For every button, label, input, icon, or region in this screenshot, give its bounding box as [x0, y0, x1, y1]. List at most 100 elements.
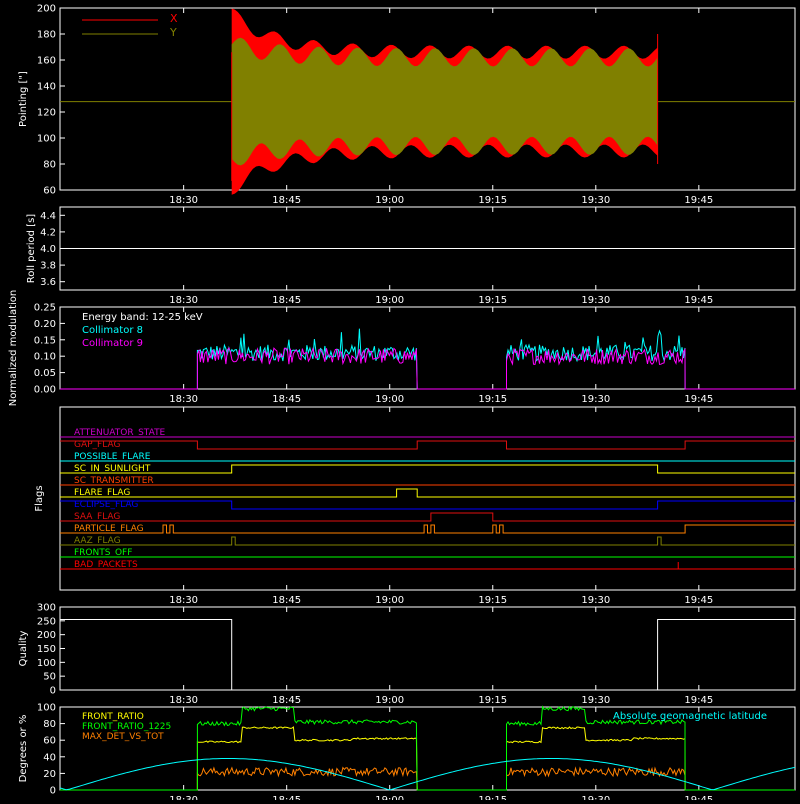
- y-tick-label: 80: [43, 719, 56, 730]
- y-tick-label: 140: [37, 82, 56, 93]
- x-tick-label: 18:45: [272, 295, 301, 306]
- legend-label-collimator-9: Collimator 9: [82, 338, 143, 349]
- x-tick-label: 19:00: [375, 295, 404, 306]
- x-tick-label: 19:45: [684, 695, 713, 706]
- x-tick-label: 19:15: [478, 695, 507, 706]
- x-tick-label: 18:30: [169, 295, 198, 306]
- y-axis-label: Roll period [s]: [26, 214, 37, 283]
- y-tick-label: 120: [37, 108, 56, 119]
- x-tick-label: 18:45: [272, 394, 301, 405]
- y-tick-label: 250: [37, 616, 56, 627]
- y-tick-label: 100: [37, 703, 56, 714]
- y-tick-label: 0: [50, 786, 56, 797]
- x-tick-label: 19:45: [684, 394, 713, 405]
- flag-label-fronts_off: FRONTS_OFF: [74, 548, 132, 558]
- flag-line-eclipse_flag: [60, 500, 795, 510]
- flag-label-gap_flag: GAP_FLAG: [74, 440, 120, 450]
- x-tick-label: 18:45: [272, 695, 301, 706]
- flag-label-aaz_flag: AAZ_FLAG: [74, 536, 121, 546]
- x-tick-label: 18:30: [169, 195, 198, 206]
- flag-line-saa_flag: [60, 512, 795, 522]
- x-tick-label: 19:45: [684, 195, 713, 206]
- y-axis-label: Flags: [34, 485, 45, 511]
- summary-plot-svg: 18:30 18:45 19:00 19:15 19:30 19:45 60 80 100 120…: [8, 4, 796, 804]
- y-tick-label: 50: [43, 672, 56, 683]
- x-tick-label: 19:45: [684, 795, 713, 800]
- series-collimator-9: [60, 347, 795, 390]
- panel-frame: [59, 406, 796, 591]
- y-tick-label: 100: [37, 658, 56, 669]
- legend-label-y: Y: [169, 26, 177, 39]
- flag-label-bad_packets: BAD_PACKETS: [74, 560, 138, 570]
- y-axis-label: Quality: [18, 631, 29, 667]
- x-tick-label: 19:15: [478, 795, 507, 800]
- y-tick-label: 4.4: [40, 211, 56, 222]
- flag-label-particle_flag: PARTICLE_FLAG: [74, 524, 144, 534]
- legend-label-front-ratio: FRONT_RATIO: [82, 712, 144, 722]
- y-tick-label: 0.10: [34, 352, 56, 363]
- x-tick-label: 18:45: [272, 795, 301, 800]
- y-tick-label: 60: [43, 186, 56, 197]
- x-tick-label: 19:15: [478, 595, 507, 606]
- y-axis-label: Pointing ["]: [18, 71, 29, 127]
- legend-label-x: X: [170, 12, 178, 25]
- y-tick-label: 3.8: [40, 261, 56, 272]
- y-tick-label: 0.15: [34, 335, 56, 346]
- x-tick-label: 19:30: [581, 195, 610, 206]
- x-tick-label: 19:15: [478, 195, 507, 206]
- summary-plot: 18:30 18:45 19:00 19:15 19:30 19:45 60 80 100 120…: [0, 0, 800, 804]
- x-tick-label: 19:30: [581, 595, 610, 606]
- x-tick-label: 19:15: [478, 295, 507, 306]
- x-tick-label: 19:00: [375, 695, 404, 706]
- y-axis-label: Degrees or %: [18, 715, 29, 783]
- x-tick-label: 18:30: [169, 695, 198, 706]
- x-tick-label: 19:45: [684, 295, 713, 306]
- y-tick-label: 4.0: [40, 244, 56, 255]
- y-tick-label: 4.2: [40, 227, 56, 238]
- y-tick-label: 100: [37, 134, 56, 145]
- x-tick-label: 18:30: [169, 595, 198, 606]
- x-tick-label: 18:30: [169, 394, 198, 405]
- x-tick-label: 19:30: [581, 394, 610, 405]
- flag-label-sc_transmitter: SC_TRANSMITTER: [74, 476, 154, 486]
- y-tick-label: 0.00: [34, 385, 56, 396]
- panel-flags: 18:30 18:45 19:00 19:15 19:30 19:45 Flags ATTEN…: [34, 406, 796, 606]
- y-tick-label: 160: [37, 56, 56, 67]
- y-axis-label: Normalized modulation: [8, 290, 19, 407]
- y-tick-label: 40: [43, 752, 56, 763]
- energy-band-label: Energy band: 12-25 keV: [82, 312, 203, 323]
- panel-roll: 18:30 18:45 19:00 19:15 19:30 19:45 3.6 3.8 4.0 4…: [26, 206, 796, 306]
- y-tick-label: 60: [43, 736, 56, 747]
- x-tick-label: 19:15: [478, 394, 507, 405]
- x-tick-label: 19:30: [581, 695, 610, 706]
- y-tick-label: 0: [50, 686, 56, 697]
- x-tick-label: 19:00: [375, 195, 404, 206]
- panel-pointing: 18:30 18:45 19:00 19:15 19:30 19:45 60 80 100 120…: [18, 4, 796, 206]
- flag-line-gap_flag: [60, 440, 795, 450]
- flag-line-sc_in_sunlight: [60, 464, 795, 474]
- x-tick-label: 19:00: [375, 394, 404, 405]
- x-tick-label: 19:45: [684, 595, 713, 606]
- x-tick-label: 19:00: [375, 595, 404, 606]
- y-tick-label: 150: [37, 644, 56, 655]
- series-quality: [60, 619, 795, 691]
- x-tick-label: 18:30: [169, 795, 198, 800]
- flag-label-possible_flare: POSSIBLE_FLARE: [74, 452, 151, 462]
- flag-line-particle_flag: [60, 524, 795, 534]
- flag-label-eclipse_flag: ECLIPSE_FLAG: [74, 500, 138, 510]
- y-tick-label: 200: [37, 4, 56, 15]
- panel-modulation: 18:30 18:45 19:00 19:15 19:30 19:45 0.00 0.05 0.…: [8, 290, 796, 407]
- flag-line-aaz_flag: [60, 536, 795, 546]
- legend-label-front-ratio-1225: FRONT_RATIO_1225: [82, 722, 171, 732]
- y-tick-label: 0.25: [34, 303, 56, 314]
- flag-label-flare_flag: FLARE_FLAG: [74, 488, 130, 498]
- y-tick-label: 0.05: [34, 368, 56, 379]
- panel-ratios: 18:30 18:45 19:00 19:15 19:30 19:45 0 20 40 60 80 1…: [18, 703, 796, 804]
- legend: XY: [82, 12, 178, 39]
- y-tick-label: 3.6: [40, 277, 56, 288]
- panel-quality: 18:30 18:45 19:00 19:15 19:30 19:45 0 50 100 150 2…: [18, 603, 796, 706]
- legend-label-collimator-8: Collimator 8: [82, 325, 143, 336]
- flag-label-sc_in_sunlight: SC_IN_SUNLIGHT: [74, 464, 151, 474]
- y-tick-label: 20: [43, 769, 56, 780]
- x-tick-label: 18:45: [272, 595, 301, 606]
